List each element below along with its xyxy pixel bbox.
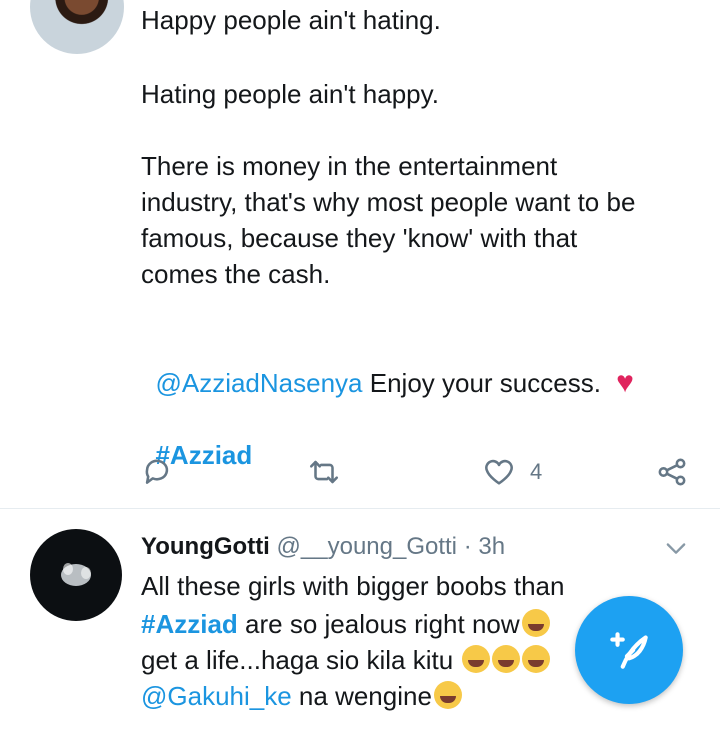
reply-text-line: get a life...haga sio kila kitu: [141, 642, 551, 678]
tongue-emoji: [522, 645, 551, 673]
tweet-actions: 4: [0, 452, 720, 492]
heart-icon: [485, 459, 513, 485]
separator-dot: ·: [463, 533, 472, 560]
tears-of-joy-emoji: [433, 681, 462, 709]
divider: [0, 508, 720, 509]
chevron-down-icon[interactable]: [662, 537, 690, 559]
tweet-text-line: Hating people ain't happy.: [141, 79, 439, 109]
display-name[interactable]: YoungGotti: [141, 533, 270, 560]
mention-link[interactable]: @Gakuhi_ke: [141, 681, 292, 711]
like-count: 4: [530, 459, 543, 484]
avatar[interactable]: [30, 0, 124, 54]
tweet-mention-line: @AzziadNasenya Enjoy your success. ♥: [141, 329, 634, 401]
tweet-text-line: Happy people ain't hating.: [141, 5, 441, 35]
reply-icon: [145, 459, 169, 484]
tongue-emoji: [492, 645, 521, 673]
tongue-emoji: [462, 645, 491, 673]
hashtag-link[interactable]: #Azziad: [141, 609, 238, 639]
compose-tweet-icon: [610, 632, 648, 669]
reply-text-segment: get a life...haga sio kila kitu: [141, 645, 461, 675]
share-button[interactable]: [655, 452, 689, 492]
reply-button[interactable]: [140, 452, 174, 492]
timestamp[interactable]: 3h: [478, 533, 505, 560]
tweet-text-segment: Enjoy your success.: [362, 368, 609, 398]
like-button[interactable]: 4: [482, 452, 542, 492]
reply-text-segment: are so jealous right now: [237, 609, 520, 639]
reply-text-line: @Gakuhi_ke na wengine: [141, 678, 462, 714]
reply-header: YoungGotti @__young_Gotti · 3h: [141, 530, 505, 564]
reply-text-line: All these girls with bigger boobs than: [141, 571, 565, 601]
retweet-icon: [309, 460, 339, 484]
share-icon: [658, 458, 686, 486]
tweet-text-paragraph: There is money in the entertainment indu…: [141, 151, 636, 289]
tears-of-joy-emoji: [521, 609, 550, 637]
compose-tweet-button[interactable]: [575, 596, 683, 704]
avatar-image: [61, 563, 91, 586]
reply-text-segment: na wengine: [291, 681, 432, 711]
red-heart-emoji: ♥: [616, 366, 634, 399]
retweet-button[interactable]: [307, 452, 341, 492]
avatar[interactable]: [30, 529, 122, 621]
reply-text-line: #Azziad are so jealous right now: [141, 606, 550, 642]
mention-link[interactable]: @AzziadNasenya: [155, 368, 362, 398]
user-handle[interactable]: @__young_Gotti: [277, 533, 457, 560]
